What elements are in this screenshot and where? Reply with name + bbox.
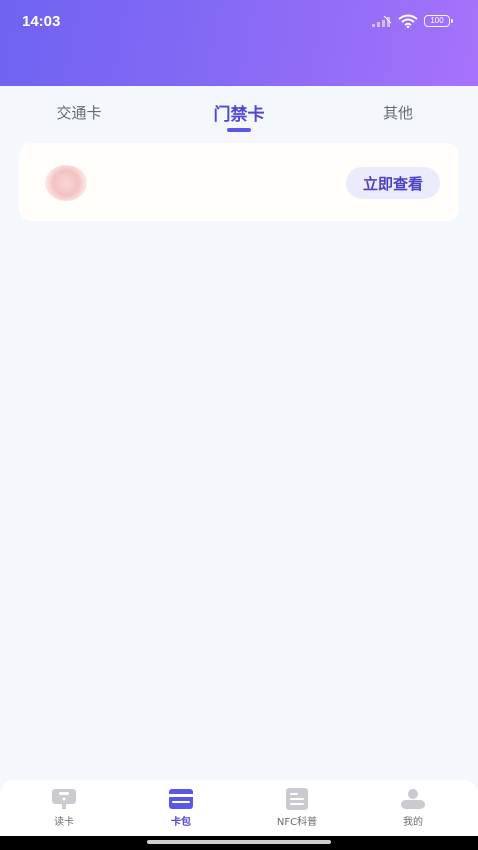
card-type-tabs: 交通卡 门禁卡 其他 [0, 86, 478, 140]
nav-label-profile: 我的 [403, 817, 423, 828]
access-card-item[interactable]: 立即查看 [19, 143, 459, 221]
card-badge-icon [45, 165, 87, 201]
tab-indicator [227, 128, 251, 132]
battery-icon: 100 [424, 15, 453, 27]
status-icons: 100 [372, 14, 453, 28]
status-time: 14:03 [22, 13, 61, 30]
tab-transit-card[interactable]: 交通卡 [56, 102, 101, 123]
nav-item-nfc-guide[interactable]: NFC科普 [257, 788, 337, 828]
nav-label-nfc-guide: NFC科普 [276, 817, 318, 828]
home-indicator[interactable] [147, 840, 331, 844]
tab-access-card[interactable]: 门禁卡 [214, 100, 265, 125]
system-gesture-bar [0, 836, 478, 850]
wifi-icon [398, 14, 418, 28]
tab-other[interactable]: 其他 [383, 102, 413, 123]
nav-item-profile[interactable]: 我的 [373, 788, 453, 828]
nav-label-card-wallet: 卡包 [171, 817, 191, 828]
nav-item-read-card[interactable]: 读卡 [24, 788, 104, 828]
profile-icon [401, 789, 425, 809]
view-now-button[interactable]: 立即查看 [346, 167, 440, 199]
card-wallet-icon [169, 789, 193, 809]
header: 14:03 100 [0, 0, 478, 86]
nav-label-read-card: 读卡 [54, 817, 74, 828]
nav-item-card-wallet[interactable]: 卡包 [141, 788, 221, 828]
document-icon [286, 788, 308, 810]
bottom-nav: 读卡 卡包 NFC科普 我的 [0, 780, 478, 836]
signal-icon [372, 15, 392, 27]
card-reader-icon [52, 789, 76, 809]
